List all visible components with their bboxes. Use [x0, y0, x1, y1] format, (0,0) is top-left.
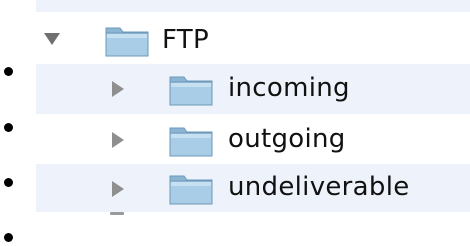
folder-label-incoming: incoming: [228, 73, 350, 103]
folder-label-ftp: FTP: [162, 25, 209, 55]
bullet-4: [4, 233, 13, 242]
bullet-1: [4, 67, 13, 76]
folder-icon: [169, 175, 213, 205]
folder-icon: [169, 76, 213, 106]
folder-label-outgoing: outgoing: [228, 124, 346, 154]
disclosure-triangle-expanded-icon[interactable]: [44, 33, 60, 45]
disclosure-triangle-collapsed-icon[interactable]: [112, 81, 124, 97]
disclosure-triangle-collapsed-icon[interactable]: [112, 181, 124, 197]
folder-icon: [169, 127, 213, 157]
tree-row-incoming[interactable]: incoming: [36, 64, 470, 114]
bullet-2: [4, 123, 13, 132]
folder-tree: FTP incoming outgoing undeliverable: [36, 0, 470, 215]
disclosure-triangle-collapsed-icon[interactable]: [112, 132, 124, 148]
tree-row-outgoing[interactable]: outgoing: [36, 114, 470, 164]
tree-row-undeliverable[interactable]: undeliverable: [36, 164, 470, 212]
clipped-row-fragment: [110, 212, 124, 215]
tree-row-ftp[interactable]: FTP: [36, 12, 470, 64]
folder-label-undeliverable: undeliverable: [228, 172, 410, 202]
row-band-top: [36, 0, 470, 12]
bullet-3: [4, 178, 13, 187]
folder-icon: [105, 27, 149, 57]
